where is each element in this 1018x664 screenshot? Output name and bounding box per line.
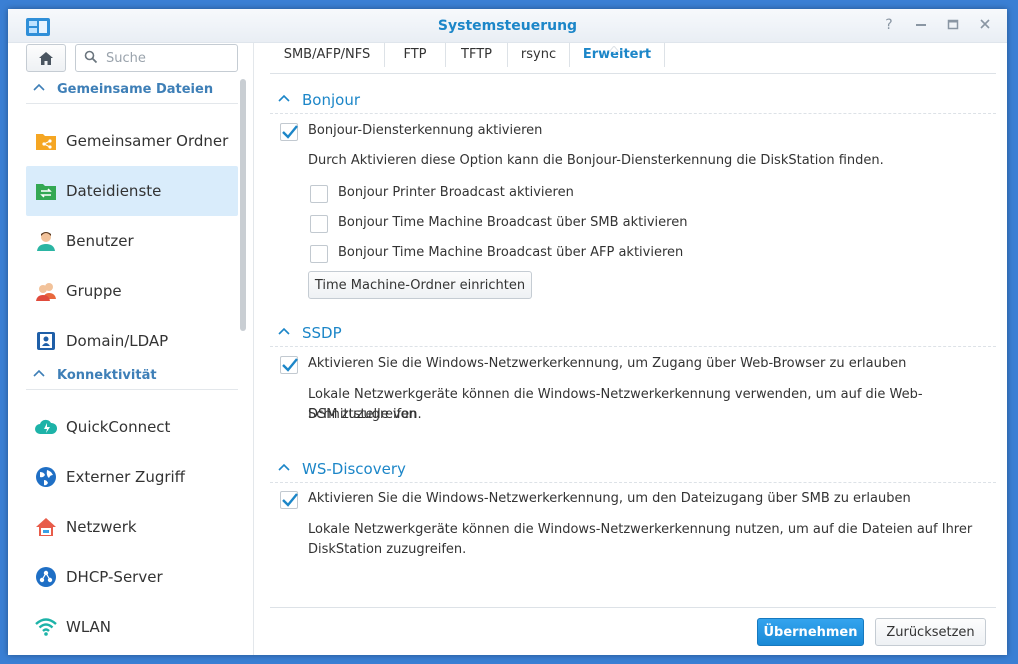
quickconnect-icon: [35, 416, 57, 438]
title-bar[interactable]: Systemsteuerung ?: [8, 9, 1007, 43]
sidebar-item-dhcp-server[interactable]: DHCP-Server: [26, 552, 238, 602]
ws-discovery-description-line1: Lokale Netzwerkgeräte können die Windows…: [308, 522, 973, 537]
section-title: WS-Discovery: [302, 460, 406, 478]
globe-icon: [35, 466, 57, 488]
chevron-up-icon: [33, 369, 45, 377]
window-title: Systemsteuerung: [437, 18, 578, 34]
reset-button[interactable]: Zurücksetzen: [875, 618, 986, 646]
control-panel-window: Systemsteuerung ? Suche Gemeinsame Datei…: [8, 9, 1007, 655]
sidebar-item-label: Externer Zugriff: [66, 468, 186, 486]
section-header-connectivity[interactable]: Konnektivität: [26, 361, 238, 390]
time-machine-folder-button[interactable]: Time Machine-Ordner einrichten: [308, 271, 532, 299]
help-icon[interactable]: ?: [881, 16, 897, 34]
sidebar-item-label: WLAN: [66, 618, 112, 636]
tab-tftp[interactable]: TFTP: [446, 41, 507, 73]
sidebar-item-file-services[interactable]: Dateidienste: [26, 166, 238, 216]
network-icon: [35, 516, 57, 538]
chevron-up-icon: [33, 83, 45, 91]
sidebar-item-label: DHCP-Server: [66, 568, 163, 586]
sidebar-item-shared-folder[interactable]: Gemeinsamer Ordner: [26, 116, 238, 166]
bonjour-description: Durch Aktivieren diese Option kann die B…: [308, 153, 884, 168]
section-title: Bonjour: [302, 91, 360, 109]
checkmark-icon: [282, 125, 298, 139]
tab-ftp[interactable]: FTP: [385, 41, 445, 73]
bonjour-tm-afp-checkbox[interactable]: [310, 245, 328, 263]
sidebar-item-group[interactable]: Gruppe: [26, 266, 238, 316]
tab-rsync[interactable]: rsync: [508, 41, 569, 73]
sidebar-item-label: Domain/LDAP: [66, 332, 169, 350]
bonjour-tm-smb-label[interactable]: Bonjour Time Machine Broadcast über SMB …: [338, 213, 687, 233]
group-icon: [35, 280, 57, 302]
sidebar-item-label: Benutzer: [66, 232, 134, 250]
sidebar-item-label: Gemeinsamer Ordner: [66, 132, 229, 150]
tab-smb-afp-nfs[interactable]: SMB/AFP/NFS: [270, 41, 384, 73]
sidebar-item-label: Gruppe: [66, 282, 122, 300]
section-label: Konnektivität: [57, 368, 157, 383]
sidebar-item-external-access[interactable]: Externer Zugriff: [26, 452, 238, 502]
sidebar-item-wlan[interactable]: WLAN: [26, 602, 238, 652]
ws-discovery-enable-checkbox[interactable]: [280, 491, 298, 509]
section-title: SSDP: [302, 324, 342, 342]
section-header-shared-files[interactable]: Gemeinsame Dateien: [26, 75, 238, 104]
search-box[interactable]: [75, 44, 238, 72]
search-icon: [84, 50, 98, 64]
ws-discovery-description-line2: DiskStation zuzugreifen.: [308, 542, 467, 557]
bonjour-tm-afp-label[interactable]: Bonjour Time Machine Broadcast über AFP …: [338, 243, 683, 263]
domain-ldap-icon: [35, 330, 57, 352]
search-input[interactable]: [104, 48, 233, 68]
sidebar-item-label: Dateidienste: [66, 182, 162, 200]
chevron-up-icon: [278, 94, 290, 102]
sidebar-item-quickconnect[interactable]: QuickConnect: [26, 402, 238, 452]
sidebar-item-network[interactable]: Netzwerk: [26, 502, 238, 552]
home-icon: [39, 51, 53, 65]
sidebar-item-label: QuickConnect: [66, 418, 171, 436]
home-button[interactable]: [26, 44, 66, 72]
ws-discovery-enable-label[interactable]: Aktivieren Sie die Windows-Netzwerkerken…: [308, 489, 911, 509]
checkmark-icon: [282, 358, 298, 372]
bonjour-enable-label[interactable]: Bonjour-Diensterkennung aktivieren: [308, 121, 542, 141]
shared-folder-icon: [35, 130, 57, 152]
bonjour-printer-label[interactable]: Bonjour Printer Broadcast aktivieren: [338, 183, 574, 203]
footer-divider: [270, 607, 996, 608]
file-services-icon: [35, 180, 57, 202]
sidebar-scrollbar[interactable]: [240, 79, 246, 331]
section-bonjour[interactable]: Bonjour: [270, 83, 996, 114]
minimize-icon[interactable]: [913, 16, 929, 34]
ssdp-description-line2: DSM zuzugreifen.: [308, 407, 422, 422]
close-icon[interactable]: [977, 16, 993, 34]
tab-bar: SMB/AFP/NFS FTP TFTP rsync Erweitert: [270, 41, 996, 74]
sidebar-item-domain-ldap[interactable]: Domain/LDAP: [26, 316, 238, 366]
ssdp-enable-label[interactable]: Aktivieren Sie die Windows-Netzwerkerken…: [308, 354, 906, 374]
apply-button[interactable]: Übernehmen: [757, 618, 864, 646]
chevron-up-icon: [278, 327, 290, 335]
chevron-up-icon: [278, 463, 290, 471]
wifi-icon: [35, 616, 57, 638]
section-ws-discovery[interactable]: WS-Discovery: [270, 452, 996, 483]
checkmark-icon: [282, 493, 298, 507]
active-tab-indicator: [609, 46, 619, 52]
sidebar-item-label: Netzwerk: [66, 518, 137, 536]
user-icon: [35, 230, 57, 252]
bonjour-printer-checkbox[interactable]: [310, 185, 328, 203]
sidebar: Gemeinsame Dateien Gemeinsamer Ordner Da…: [8, 43, 254, 655]
dhcp-icon: [35, 566, 57, 588]
maximize-icon[interactable]: [945, 16, 961, 34]
bonjour-enable-checkbox[interactable]: [280, 123, 298, 141]
sidebar-item-user[interactable]: Benutzer: [26, 216, 238, 266]
ssdp-enable-checkbox[interactable]: [280, 356, 298, 374]
bonjour-tm-smb-checkbox[interactable]: [310, 215, 328, 233]
section-label: Gemeinsame Dateien: [57, 82, 214, 97]
section-ssdp[interactable]: SSDP: [270, 316, 996, 347]
